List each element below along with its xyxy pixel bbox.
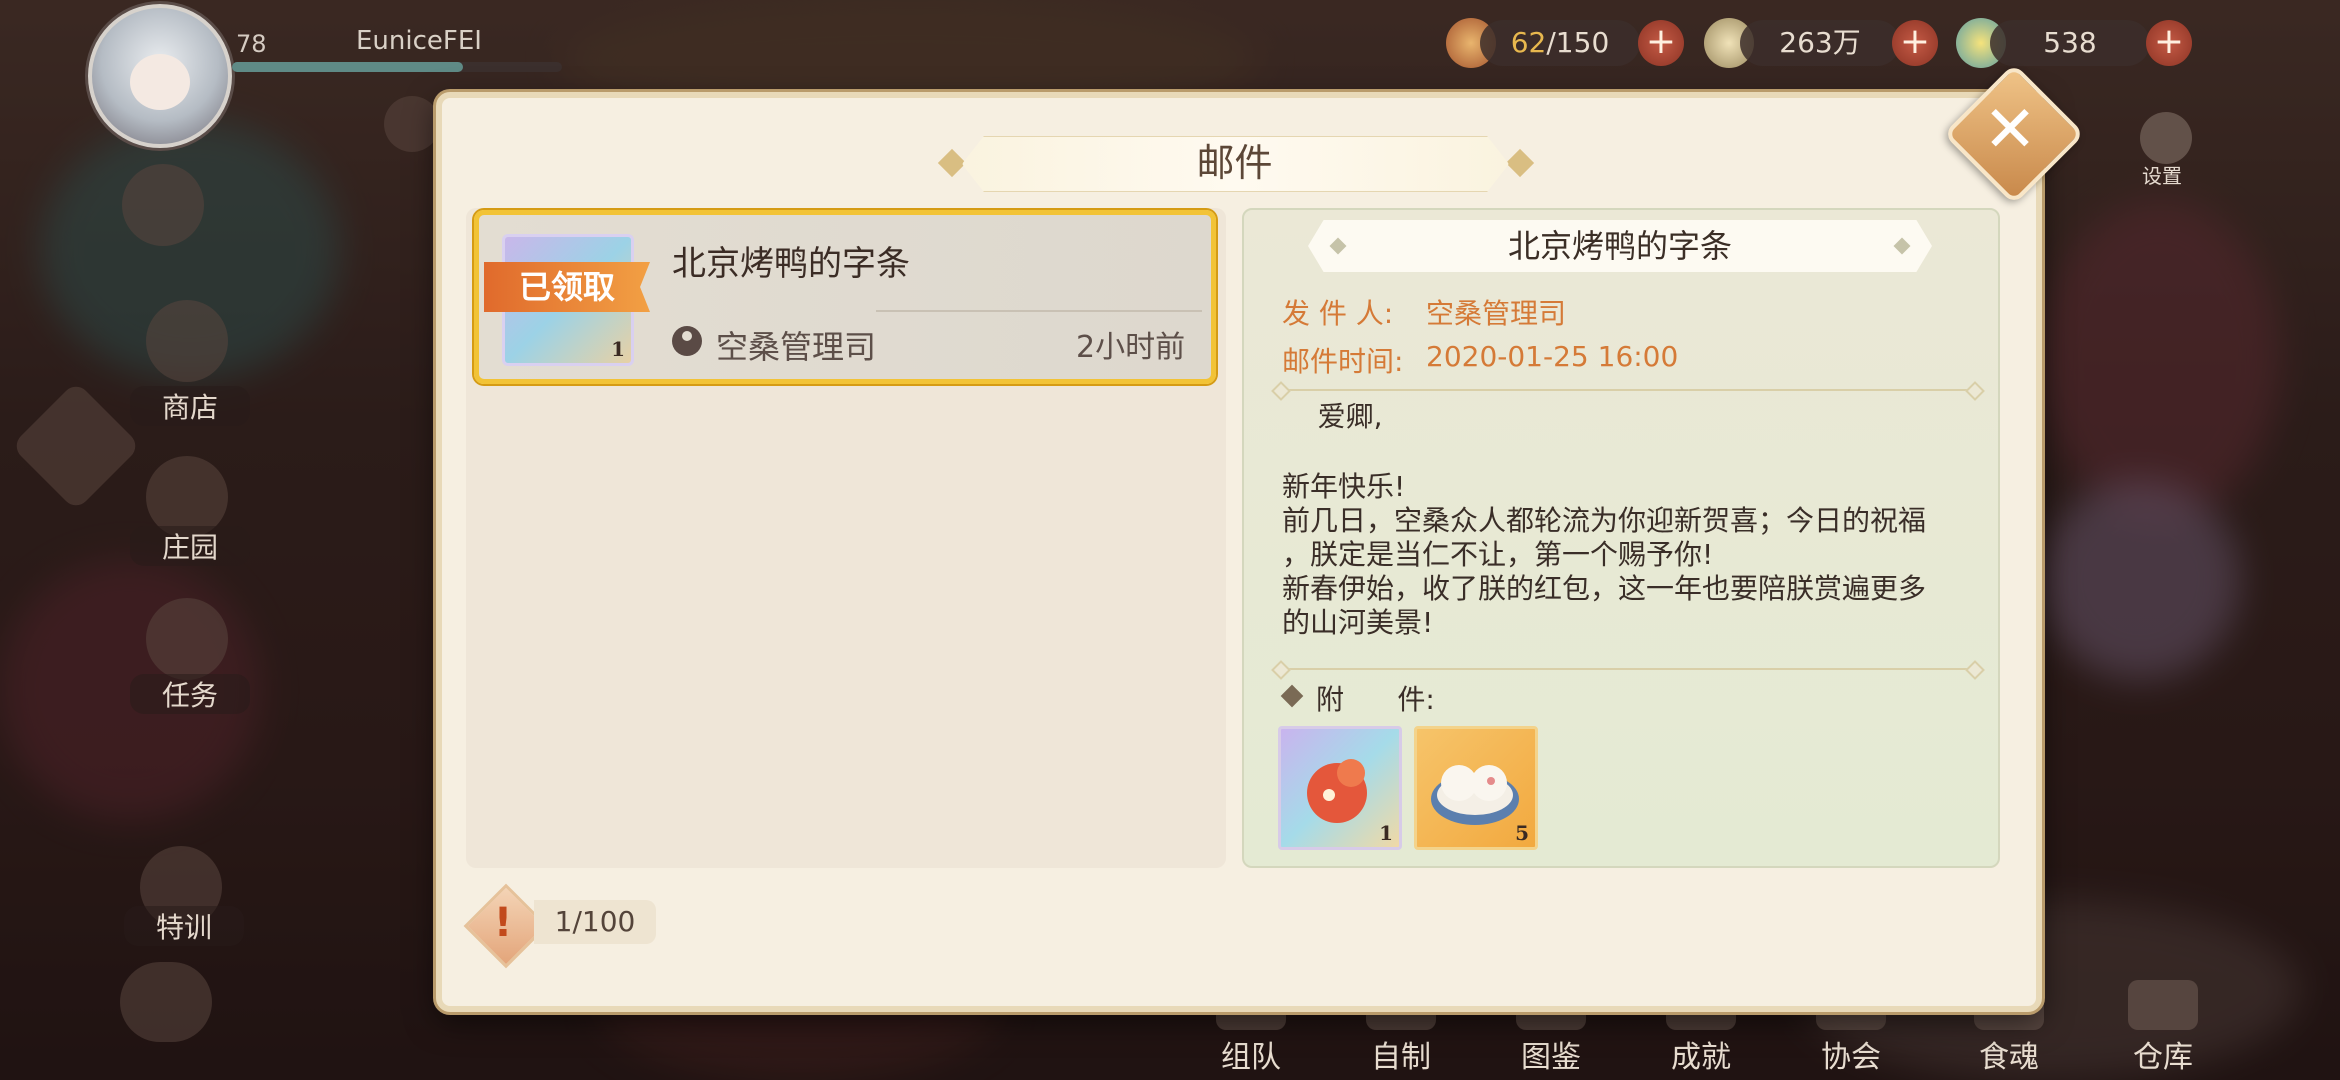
nav-food-soul[interactable]: 食魂 <box>1964 1032 2054 1076</box>
coin-counter: 263万 <box>1740 20 1900 66</box>
chat-bubble-icon[interactable] <box>384 96 440 152</box>
time-label: 邮件时间: <box>1282 345 1404 378</box>
mail-body-line: ，朕定是当仁不让，第一个赐予你! <box>1282 538 1714 571</box>
nav-guild[interactable]: 协会 <box>1806 1032 1896 1076</box>
mail-subject: 北京烤鸭的字条 <box>672 244 910 284</box>
user-icon <box>672 326 702 356</box>
nav-achievement[interactable]: 成就 <box>1656 1032 1746 1076</box>
top-bar: 78 EuniceFEI 62/150 + 263万 + 538 + <box>0 0 2340 148</box>
stamina-counter: 62/150 <box>1480 20 1640 66</box>
stamina-max: /150 <box>1546 26 1610 59</box>
mail-body-line: 前几日，空桑众人都轮流为你迎新贺喜；今日的祝福 <box>1282 504 1927 537</box>
add-gem-button[interactable]: + <box>2146 20 2192 66</box>
mail-thumb-count: 1 <box>611 337 625 361</box>
mail-body-line: 爱卿, <box>1282 400 1383 433</box>
chat-icon[interactable] <box>120 962 212 1042</box>
fire-spirit-icon[interactable]: 1 <box>1278 726 1402 850</box>
detail-title: 北京烤鸭的字条 <box>1507 227 1732 265</box>
nav-codex[interactable]: 图鉴 <box>1506 1032 1596 1076</box>
task-icon[interactable] <box>146 598 228 680</box>
eye-icon[interactable] <box>122 164 204 246</box>
mail-count: 1/100 <box>534 900 656 944</box>
mail-time: 2小时前 <box>1076 330 1186 365</box>
claimed-status-tag: 已领取 <box>484 262 650 312</box>
warehouse-icon[interactable] <box>2128 980 2198 1030</box>
rice-dumpling-icon[interactable]: 5 <box>1414 726 1538 850</box>
add-stamina-button[interactable]: + <box>1638 20 1684 66</box>
attachment-count: 1 <box>1379 821 1393 845</box>
exp-bar-fill <box>232 62 463 72</box>
mail-item-divider <box>876 310 1202 312</box>
mail-body-line: 的山河美景! <box>1282 606 1434 639</box>
exp-bar <box>232 62 562 72</box>
player-avatar[interactable] <box>88 4 232 148</box>
exclamation-icon: ! <box>493 900 513 946</box>
mail-body-line: 新年快乐! <box>1282 470 1406 503</box>
gem-counter: 538 <box>1990 20 2150 66</box>
detail-sender: 空桑管理司 <box>1426 297 1567 330</box>
detail-time: 2020-01-25 16:00 <box>1426 340 1679 373</box>
detail-divider-top <box>1280 389 1974 391</box>
add-coin-button[interactable]: + <box>1892 20 1938 66</box>
side-menu-manor[interactable]: 庄园 <box>130 526 250 566</box>
side-menu-tasks[interactable]: 任务 <box>130 674 250 714</box>
title-right-diamond <box>1505 148 1535 178</box>
detail-divider-bottom <box>1280 668 1974 670</box>
gear-icon[interactable] <box>2140 112 2192 164</box>
nav-warehouse[interactable]: 仓库 <box>2118 1032 2208 1076</box>
player-name: EuniceFEI <box>356 26 482 56</box>
attachments-label: 附 件: <box>1316 683 1435 716</box>
stamina-current: 62 <box>1510 26 1547 59</box>
nav-team[interactable]: 组队 <box>1206 1032 1296 1076</box>
side-menu-shop[interactable]: 商店 <box>130 386 250 426</box>
player-level: 78 <box>236 30 267 58</box>
sender-label: 发 件 人: <box>1282 297 1394 330</box>
nav-craft[interactable]: 自制 <box>1356 1032 1446 1076</box>
dialog-title: 邮件 <box>1196 141 1273 185</box>
side-menu-training[interactable]: 特训 <box>124 906 244 946</box>
attachment-count: 5 <box>1515 821 1529 845</box>
shop-icon[interactable] <box>146 300 228 382</box>
mail-body-line: 新春伊始，收了朕的红包，这一年也要陪朕赏遍更多 <box>1282 572 1927 605</box>
close-icon[interactable]: ✕ <box>1964 84 2056 176</box>
mail-sender: 空桑管理司 <box>716 328 877 366</box>
settings-label[interactable]: 设置 <box>2142 160 2182 189</box>
